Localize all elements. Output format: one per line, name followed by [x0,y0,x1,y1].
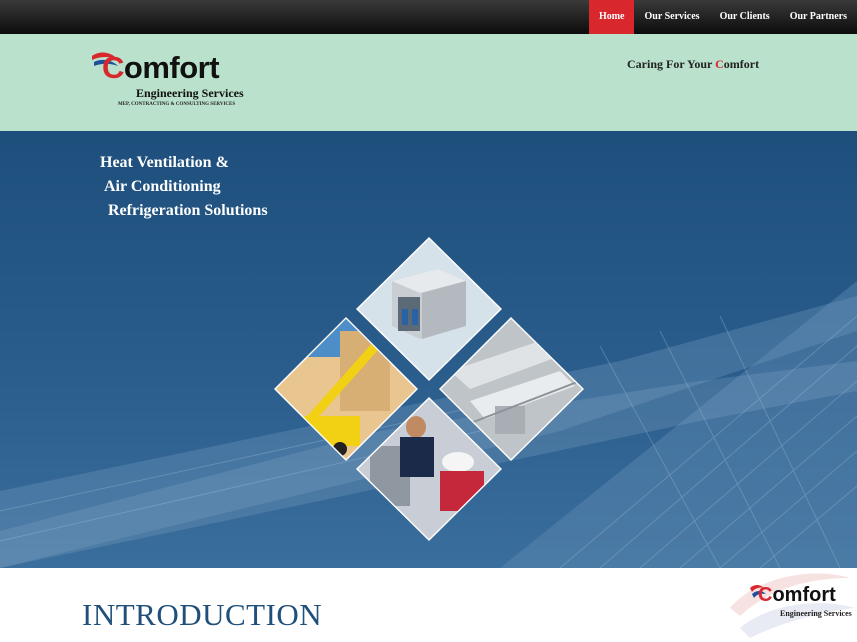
nav-home[interactable]: Home [588,0,635,34]
site-logo[interactable]: Comfort Engineering Services MEP, CONTRA… [90,50,260,114]
logo-word-rest: omfort [123,50,220,85]
logo-subtitle: Engineering Services [136,86,244,100]
corner-logo-subtitle: Engineering Services [780,609,852,618]
corner-logo-rest: omfort [772,584,836,606]
corner-logo-c: C [758,584,773,606]
logo-wordmark: Comfort [102,50,220,86]
service-diamonds [274,237,584,541]
tagline-post: omfort [723,57,760,71]
corner-logo-word: Comfort [758,584,836,607]
hero-banner: Heat Ventilation & Air Conditioning Refr… [0,131,857,568]
intro-heading: INTRODUCTION [82,597,323,632]
nav-our-clients[interactable]: Our Clients [710,0,780,34]
main-nav: Home Our Services Our Clients Our Partne… [588,0,857,34]
tagline-pre: Caring For Your [627,57,716,71]
site-header: Comfort Engineering Services MEP, CONTRA… [0,34,857,131]
top-nav-bar: Home Our Services Our Clients Our Partne… [0,0,857,34]
tagline-c: C [715,57,724,71]
corner-logo: Comfort Engineering Services [720,568,857,642]
nav-our-services[interactable]: Our Services [634,0,709,34]
logo-c-letter: C [102,50,124,85]
logo-tagline: MEP, CONTRACTING & CONSULTING SERVICES [118,102,236,107]
header-tagline: Caring For Your Comfort [627,57,759,72]
nav-our-partners[interactable]: Our Partners [780,0,857,34]
